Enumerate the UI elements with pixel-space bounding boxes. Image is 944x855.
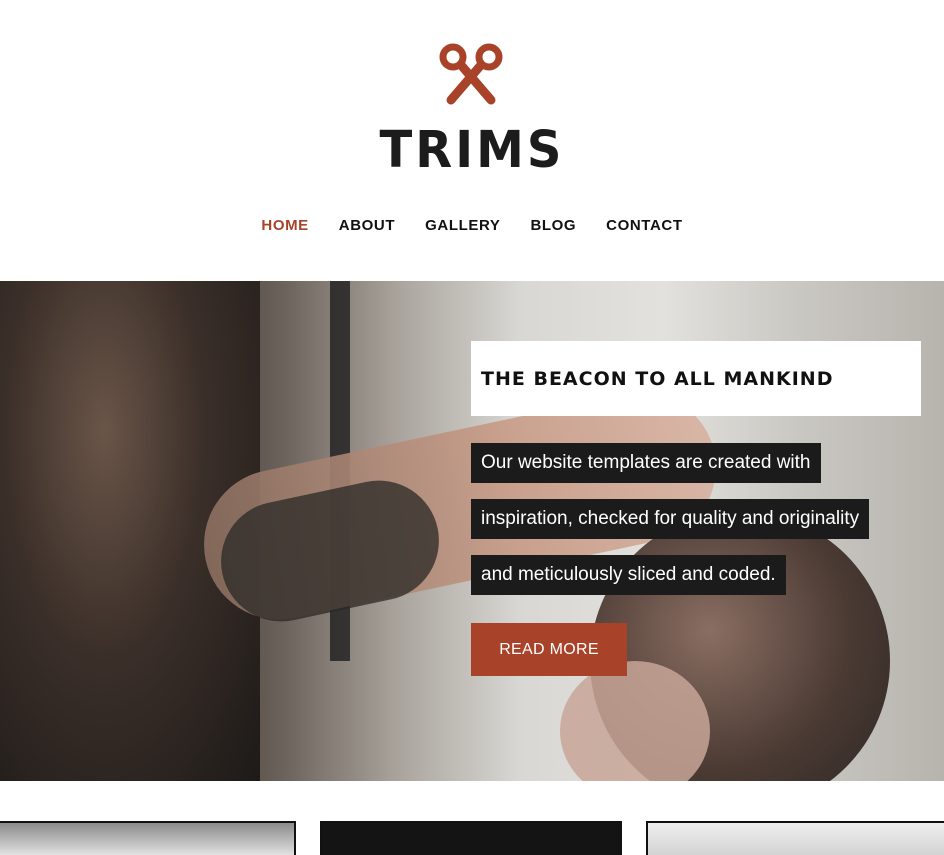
hero-text-line: and meticulously sliced and coded. xyxy=(471,555,786,595)
nav-item-contact[interactable]: CONTACT xyxy=(606,216,682,236)
scissors-icon xyxy=(439,43,503,105)
gallery-card-image[interactable] xyxy=(646,821,944,855)
hero-text-line: inspiration, checked for quality and ori… xyxy=(471,499,870,539)
gallery-card-image[interactable] xyxy=(320,821,622,855)
read-more-button[interactable]: READ MORE xyxy=(471,623,627,676)
main-nav: HOME ABOUT GALLERY BLOG CONTACT xyxy=(0,216,944,236)
hero-text-line: Our website templates are created with xyxy=(471,443,821,483)
nav-item-home[interactable]: HOME xyxy=(261,216,308,236)
brand-logo-text[interactable]: TRIMS xyxy=(0,119,944,182)
site-header: TRIMS xyxy=(0,0,944,200)
gallery-card-image[interactable] xyxy=(0,821,296,855)
hero-banner: THE BEACON TO ALL MANKIND Our website te… xyxy=(0,281,944,781)
nav-item-blog[interactable]: BLOG xyxy=(530,216,576,236)
nav-item-about[interactable]: ABOUT xyxy=(339,216,395,236)
hero-title: THE BEACON TO ALL MANKIND xyxy=(471,341,921,416)
nav-item-gallery[interactable]: GALLERY xyxy=(425,216,500,236)
